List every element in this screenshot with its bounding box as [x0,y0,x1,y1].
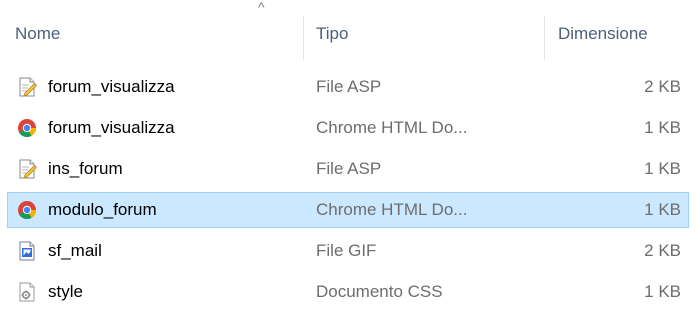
chrome-html-icon [17,118,37,138]
file-list-view: ^ Nome Tipo Dimensione forum_visualizza … [0,0,698,313]
file-type: File ASP [316,159,382,178]
file-size: 1 KB [644,200,681,219]
file-row[interactable]: ins_forum File ASP 1 KB [7,151,689,187]
file-row[interactable]: forum_visualizza Chrome HTML Do... 1 KB [7,110,689,146]
file-size: 1 KB [644,159,681,178]
file-size: 2 KB [644,241,681,260]
file-name: style [48,282,83,301]
file-size: 1 KB [644,282,681,301]
column-header-name[interactable]: Nome [15,20,60,48]
file-type: Documento CSS [316,282,443,301]
file-row-selected[interactable]: modulo_forum Chrome HTML Do... 1 KB [7,192,689,228]
file-type: File ASP [316,77,382,96]
chrome-html-icon [17,200,37,220]
file-row[interactable]: style Documento CSS 1 KB [7,274,689,310]
column-header-bar: ^ Nome Tipo Dimensione [0,0,698,68]
column-divider[interactable] [303,16,304,60]
sort-ascending-icon: ^ [258,0,265,15]
column-header-size[interactable]: Dimensione [558,20,648,48]
file-row[interactable]: sf_mail File GIF 2 KB [7,233,689,269]
css-file-icon [17,282,37,302]
file-type: Chrome HTML Do... [316,118,468,137]
file-name: sf_mail [48,241,102,260]
column-divider[interactable] [544,16,545,60]
asp-file-icon [17,77,37,97]
file-name: forum_visualizza [48,118,175,137]
file-name: ins_forum [48,159,123,178]
file-name: forum_visualizza [48,77,175,96]
file-name: modulo_forum [48,200,157,219]
gif-image-icon [17,241,37,261]
file-size: 2 KB [644,77,681,96]
file-type: Chrome HTML Do... [316,200,468,219]
column-header-type[interactable]: Tipo [316,20,348,48]
file-row[interactable]: forum_visualizza File ASP 2 KB [7,69,689,105]
file-type: File GIF [316,241,377,260]
asp-file-icon [17,159,37,179]
file-size: 1 KB [644,118,681,137]
